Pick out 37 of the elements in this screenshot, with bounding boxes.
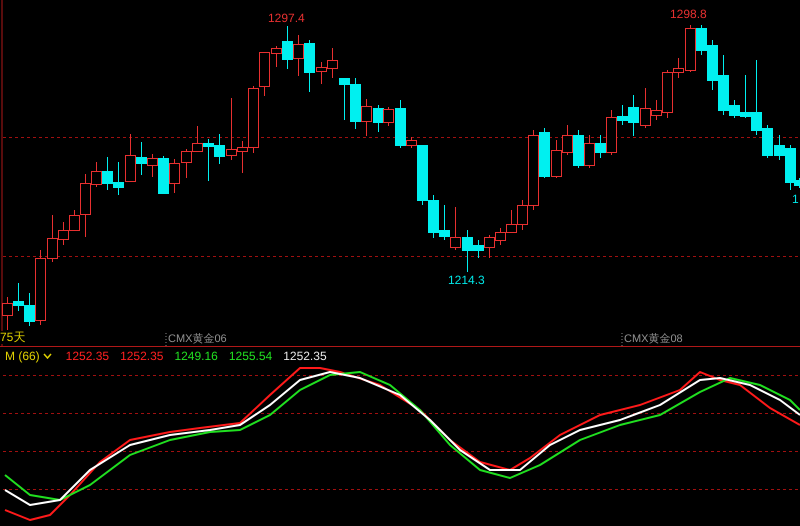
candlestick: [113, 162, 124, 196]
candlestick: [339, 78, 350, 120]
caret-down-icon[interactable]: [42, 352, 52, 358]
candlestick: [439, 204, 450, 240]
period-label: 75天: [0, 331, 26, 344]
candlestick: [327, 48, 338, 78]
candlestick: [102, 156, 113, 190]
candlestick: [551, 140, 562, 178]
candlestick: [373, 104, 384, 132]
indicator-value: 1255.54: [228, 348, 272, 362]
candlestick: [584, 134, 595, 168]
indicator-value: 1249.16: [174, 348, 218, 362]
candlestick: [181, 148, 192, 178]
candlestick: [361, 98, 372, 136]
candlestick: [506, 210, 517, 233]
indicator-value: 1252.35: [66, 348, 110, 362]
candlestick: [573, 130, 584, 168]
candlestick: [136, 142, 147, 176]
candlestick: [169, 158, 180, 194]
contract-label: CMX黄金08: [624, 333, 683, 346]
indicator-name: M (66): [5, 348, 40, 362]
candlestick: [450, 206, 461, 250]
indicator-value: 1252.35: [120, 348, 164, 362]
price-label: 1214.3: [448, 274, 485, 287]
candlestick: [350, 78, 361, 130]
candlestick: [125, 134, 136, 182]
candlestick: [13, 282, 24, 312]
price-label: 1: [792, 193, 799, 206]
candlestick: [428, 194, 439, 238]
indicator-value: 1252.35: [283, 348, 327, 362]
price-label: 1298.8: [670, 8, 707, 21]
contract-label: CMX黄金06: [168, 333, 227, 346]
candlestick: [484, 234, 495, 258]
candlestick: [562, 124, 573, 156]
price-label: 1297.4: [268, 12, 305, 25]
candlestick: [293, 34, 304, 76]
candlestick: [495, 228, 506, 246]
